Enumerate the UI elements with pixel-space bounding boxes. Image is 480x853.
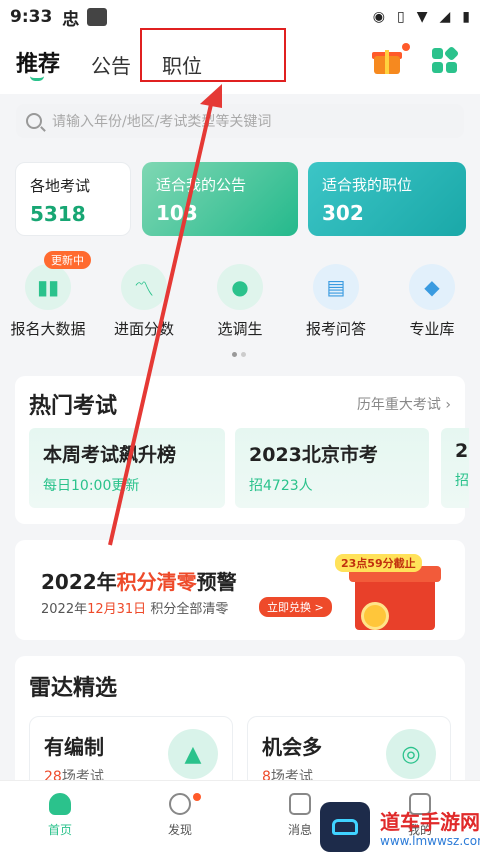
annotation-arrow — [108, 84, 222, 546]
